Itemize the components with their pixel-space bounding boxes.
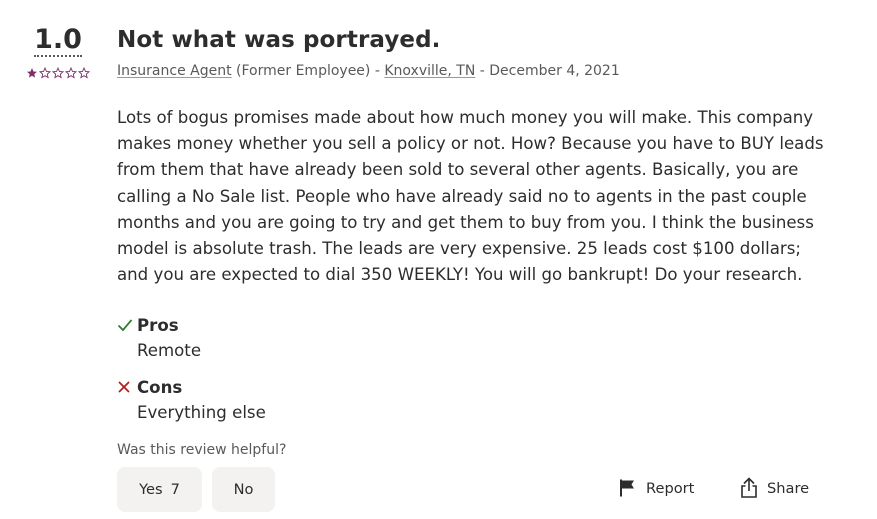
job-title-link[interactable]: Insurance Agent [117, 63, 232, 79]
no-label: No [233, 481, 254, 498]
share-label: Share [767, 479, 810, 497]
review-date: December 4, 2021 [489, 63, 620, 79]
meta-separator: - [475, 63, 490, 79]
review-body: Lots of bogus promises made about how mu… [117, 108, 824, 285]
rating-column: 1.0 [25, 26, 91, 79]
x-icon [117, 378, 137, 396]
location-link[interactable]: Knoxville, TN [384, 63, 475, 79]
star-empty-icon [78, 67, 90, 79]
yes-count: 7 [170, 481, 180, 498]
meta-separator: - [370, 63, 385, 79]
share-icon [741, 477, 757, 498]
pros-heading: Pros [137, 315, 179, 335]
check-icon [117, 316, 137, 334]
review-title: Not what was portrayed. [117, 27, 441, 53]
rating-value[interactable]: 1.0 [34, 26, 82, 57]
share-button[interactable]: Share [739, 476, 809, 500]
report-button[interactable]: Report [618, 476, 694, 500]
flag-icon [620, 479, 634, 497]
cons-section: Cons Everything else [117, 374, 837, 426]
employment-status: (Former Employee) [236, 63, 371, 79]
yes-label: Yes [139, 481, 163, 498]
helpful-yes-button[interactable]: Yes 7 [117, 467, 202, 512]
pros-text: Remote [137, 341, 202, 361]
review-meta: Insurance Agent (Former Employee) - Knox… [117, 62, 837, 80]
cons-text: Everything else [137, 403, 266, 423]
review-card: 1.0 Not what was portrayed. Insurance Ag… [0, 0, 877, 519]
helpful-question: Was this review helpful? [117, 442, 287, 458]
star-empty-icon [39, 67, 51, 79]
cons-heading: Cons [137, 377, 183, 397]
report-label: Report [646, 479, 695, 497]
star-empty-icon [52, 67, 64, 79]
star-filled-icon [27, 68, 37, 78]
review-content: Not what was portrayed. Insurance Agent … [117, 26, 837, 426]
star-rating [25, 67, 91, 79]
pros-section: Pros Remote [117, 312, 837, 364]
helpful-no-button[interactable]: No [212, 467, 275, 512]
star-empty-icon [65, 67, 77, 79]
